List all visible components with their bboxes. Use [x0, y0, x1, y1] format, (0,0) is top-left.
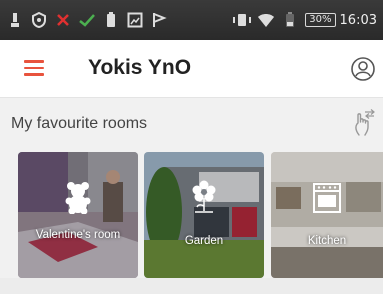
battery-percent: 30% — [305, 13, 336, 27]
app-title: Yokis YnO — [88, 56, 192, 79]
room-photo — [271, 152, 383, 278]
swipe-hand-icon — [351, 109, 377, 137]
check-icon — [78, 11, 96, 29]
hamburger-menu-icon[interactable] — [24, 60, 48, 78]
divider — [0, 278, 383, 294]
flag-icon — [150, 11, 168, 29]
room-label: Kitchen — [307, 235, 347, 247]
room-card-valentines[interactable]: Valentine's room — [18, 152, 138, 278]
app-bar: Yokis YnO — [0, 40, 383, 98]
teddy-bear-icon — [63, 180, 93, 215]
room-photo — [18, 152, 138, 278]
clock: 16:03 — [339, 12, 377, 28]
close-icon — [54, 11, 72, 29]
room-photo — [144, 152, 264, 278]
status-bar: 30% 16:03 — [0, 0, 383, 40]
garden-flower-icon — [189, 180, 219, 214]
image-icon — [126, 11, 144, 29]
room-label: Garden — [184, 235, 224, 247]
favourite-rooms-list: Valentine's room Garden Kitchen — [0, 152, 383, 278]
room-label: Valentine's room — [35, 229, 121, 241]
alert-icon — [6, 11, 24, 29]
main-content: My favourite rooms Valentine's room Gard… — [0, 98, 383, 294]
shield-icon — [30, 11, 48, 29]
account-icon[interactable] — [347, 53, 379, 85]
oven-icon — [312, 180, 342, 214]
vibrate-icon — [233, 11, 252, 29]
battery-small-icon — [102, 11, 120, 29]
wifi-icon — [257, 11, 275, 29]
battery-icon — [281, 11, 299, 29]
section-title: My favourite rooms — [11, 115, 148, 132]
room-card-kitchen[interactable]: Kitchen — [271, 152, 383, 278]
favourites-header: My favourite rooms — [0, 98, 383, 148]
room-card-garden[interactable]: Garden — [144, 152, 264, 278]
